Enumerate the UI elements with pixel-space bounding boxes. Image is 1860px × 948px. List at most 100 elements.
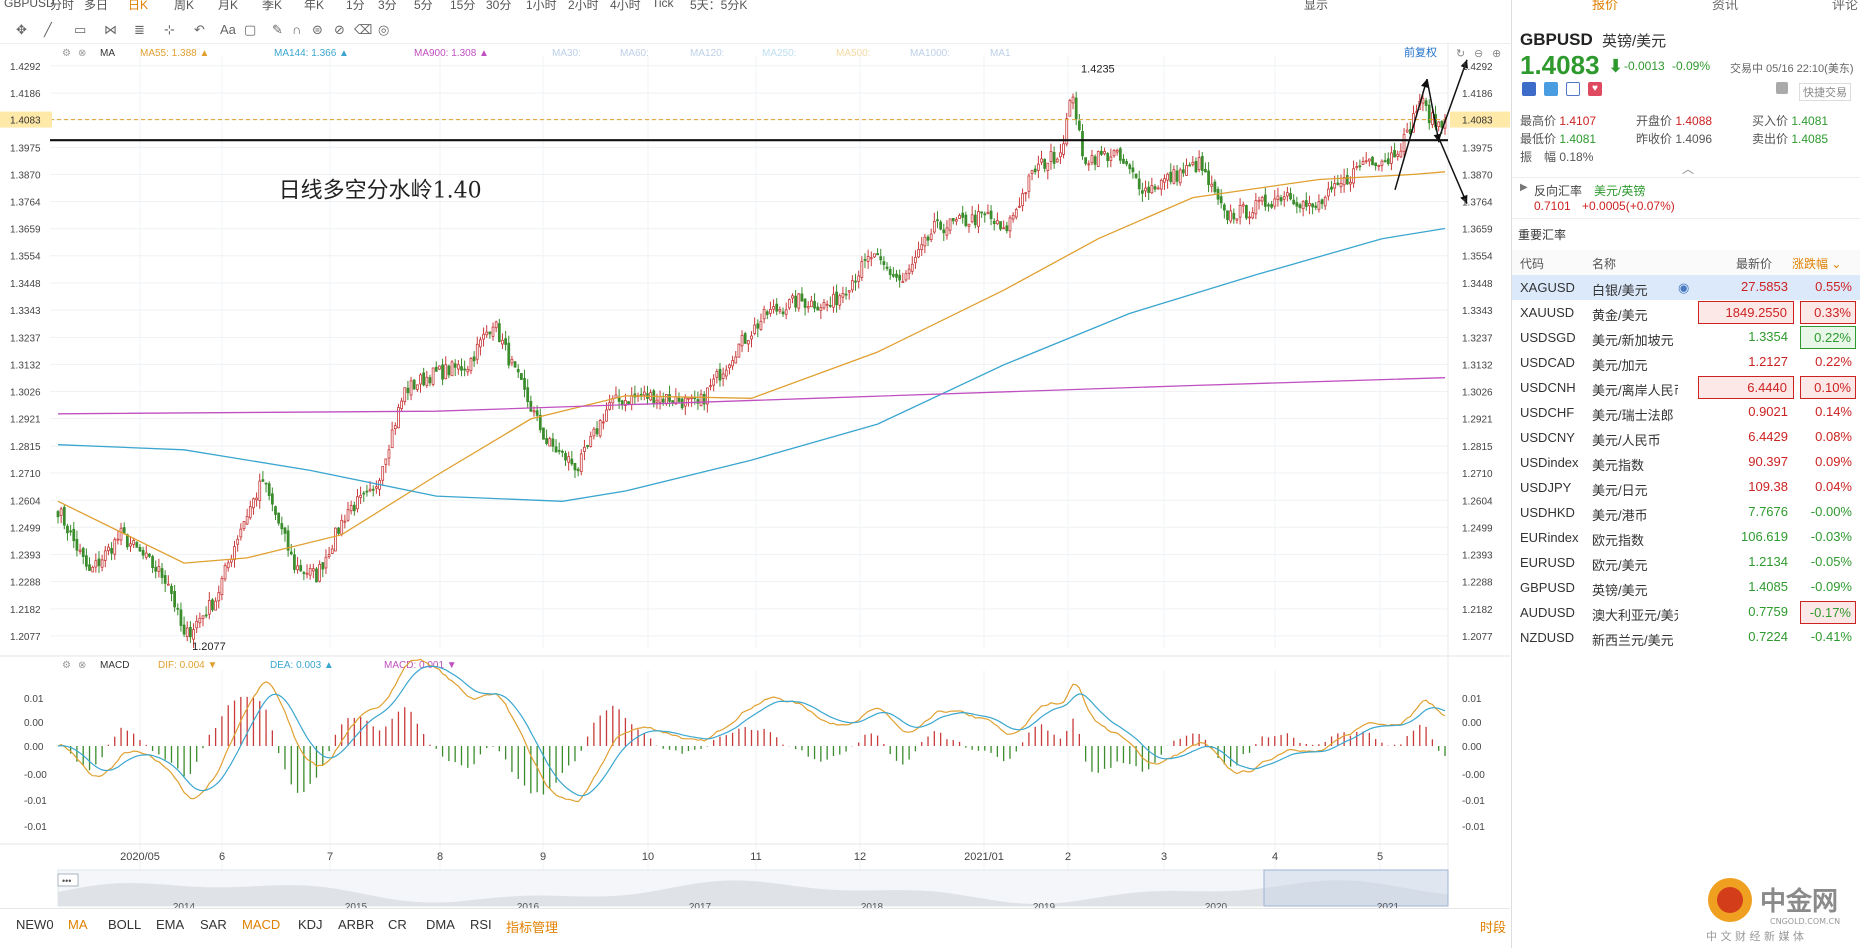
- reverse-expand-icon[interactable]: ▶: [1520, 182, 1528, 193]
- chart-mode-icon[interactable]: [1522, 82, 1536, 96]
- timeframe-1[interactable]: 分时: [50, 0, 74, 13]
- timeframe-7[interactable]: 年K: [304, 0, 324, 13]
- candle-body: [1358, 165, 1362, 168]
- reset-icon[interactable]: ↻: [1456, 48, 1465, 60]
- collapse-chevron-icon[interactable]: ︿: [1682, 160, 1694, 177]
- timeframe-14[interactable]: 2小时: [568, 0, 599, 13]
- lock-icon[interactable]: ⊜: [312, 23, 326, 36]
- rate-row[interactable]: GBPUSD 英镑/美元 1.4085 -0.09%: [1512, 575, 1860, 600]
- indicator-new0[interactable]: NEW0: [16, 917, 54, 932]
- candle-body: [176, 607, 180, 610]
- notes-icon[interactable]: [1566, 82, 1580, 96]
- pattern-tool-icon[interactable]: ⋈: [104, 23, 118, 36]
- candle-body: [261, 479, 265, 482]
- navigator-window[interactable]: [1263, 869, 1449, 907]
- timeframe-11[interactable]: 15分: [450, 0, 475, 13]
- comment-tool-icon[interactable]: ▢: [244, 23, 258, 36]
- candle-body: [639, 393, 643, 397]
- fib-tool-icon[interactable]: ≣: [134, 23, 148, 36]
- eye-icon[interactable]: ◎: [378, 23, 392, 36]
- rate-row[interactable]: USDindex 美元指数 90.397 0.09%: [1512, 450, 1860, 475]
- text-tool-icon[interactable]: Aa: [220, 23, 236, 36]
- indicator-sar[interactable]: SAR: [200, 917, 227, 932]
- rate-row[interactable]: EURindex 欧元指数 106.619 -0.03%: [1512, 525, 1860, 550]
- rate-header-2[interactable]: 最新价: [1736, 255, 1772, 272]
- indicator-rsi[interactable]: RSI: [470, 917, 492, 932]
- settings-icon[interactable]: ⚙: [62, 48, 71, 59]
- timeframe-16[interactable]: Tick: [652, 0, 674, 10]
- timeframe-17[interactable]: 5天：5分K: [690, 0, 747, 13]
- indicator-macd[interactable]: MACD: [242, 917, 280, 932]
- timeframe-2[interactable]: 多日: [84, 0, 108, 13]
- timeframe-6[interactable]: 季K: [262, 0, 282, 13]
- indicator-boll[interactable]: BOLL: [108, 917, 141, 932]
- rate-row[interactable]: USDCNY 美元/人民币 6.4429 0.08%: [1512, 425, 1860, 450]
- y-tick-right: 1.3132: [1462, 360, 1493, 371]
- timeframe-5[interactable]: 月K: [218, 0, 238, 13]
- quick-trade-button[interactable]: 快捷交易: [1799, 83, 1851, 101]
- rate-row[interactable]: XAUUSD 黄金/美元 1849.2550 0.33%: [1512, 300, 1860, 325]
- rate-row[interactable]: USDCHF 美元/瑞士法郎 0.9021 0.14%: [1512, 400, 1860, 425]
- indicator-ema[interactable]: EMA: [156, 917, 184, 932]
- display-menu[interactable]: 显示: [1304, 0, 1328, 13]
- crosshair-icon[interactable]: ✥: [16, 23, 30, 36]
- rate-pct-box: -0.09%: [1800, 576, 1856, 599]
- candle-body: [1052, 151, 1056, 164]
- tab-comments[interactable]: 评论: [1832, 0, 1858, 13]
- favorite-heart-icon[interactable]: ♥: [1588, 82, 1602, 96]
- candle-body: [1134, 173, 1138, 178]
- timeframe-12[interactable]: 30分: [486, 0, 511, 13]
- trash-icon[interactable]: ⌫: [354, 23, 372, 36]
- pencil-icon[interactable]: ✎: [272, 23, 286, 36]
- price-tag-right: 1.4083: [1462, 116, 1493, 127]
- adjust-mode[interactable]: 前复权: [1404, 45, 1437, 59]
- rate-row[interactable]: XAGUSD 白银/美元 ◉ 27.5853 0.55%: [1512, 275, 1860, 300]
- timeframe-9[interactable]: 3分: [378, 0, 397, 13]
- rate-row[interactable]: USDCAD 美元/加元 1.2127 0.22%: [1512, 350, 1860, 375]
- zoom-in-icon[interactable]: ⊕: [1492, 48, 1501, 60]
- tag-icon[interactable]: [1544, 82, 1558, 96]
- rate-row[interactable]: AUDUSD 澳大利亚元/美元 0.7759 -0.17%: [1512, 600, 1860, 625]
- candle-body: [119, 527, 123, 541]
- measure-tool-icon[interactable]: ⊹: [164, 23, 178, 36]
- indicator-cr[interactable]: CR: [388, 917, 407, 932]
- macd-close-icon[interactable]: ⊗: [78, 660, 86, 671]
- rate-price-box: 6.4429: [1698, 426, 1794, 449]
- indicator-指标管理[interactable]: 指标管理: [506, 917, 558, 936]
- candle-body: [412, 379, 416, 390]
- tab-quote[interactable]: 报价: [1592, 0, 1618, 13]
- price-chart[interactable]: ⚙ ⊗ MA MA55: 1.388 ▲ MA144: 1.366 ▲ MA900: 1.…: [0, 44, 1510, 908]
- indicator-dma[interactable]: DMA: [426, 917, 455, 932]
- rectangle-tool-icon[interactable]: ▭: [74, 23, 88, 36]
- rate-row[interactable]: USDHKD 美元/港币 7.7676 -0.00%: [1512, 500, 1860, 525]
- reverse-pair[interactable]: 美元/英镑: [1594, 182, 1645, 199]
- indicator-arbr[interactable]: ARBR: [338, 917, 374, 932]
- candle-body: [1191, 161, 1195, 165]
- timeframe-8[interactable]: 1分: [346, 0, 365, 13]
- arrow-tool-icon[interactable]: ↶: [194, 23, 208, 36]
- tab-news[interactable]: 资讯: [1712, 0, 1738, 13]
- rate-row[interactable]: NZDUSD 新西兰元/美元 0.7224 -0.41%: [1512, 625, 1860, 650]
- rate-row[interactable]: USDJPY 美元/日元 109.38 0.04%: [1512, 475, 1860, 500]
- timeframe-10[interactable]: 5分: [414, 0, 433, 13]
- rate-row[interactable]: USDCNH 美元/离岸人民币 6.4440 0.10%: [1512, 375, 1860, 400]
- zoom-out-icon[interactable]: ⊖: [1474, 48, 1483, 60]
- timeframe-0[interactable]: GBPUSD: [4, 0, 55, 10]
- hide-icon[interactable]: ⊘: [334, 23, 348, 36]
- timeframe-4[interactable]: 周K: [174, 0, 194, 13]
- timeframe-13[interactable]: 1小时: [526, 0, 557, 13]
- indicator-ma[interactable]: MA: [68, 917, 88, 932]
- indicator-kdj[interactable]: KDJ: [298, 917, 323, 932]
- macd-settings-icon[interactable]: ⚙: [62, 660, 71, 671]
- close-icon[interactable]: ⊗: [78, 48, 86, 59]
- bell-icon[interactable]: [1776, 82, 1788, 94]
- rate-row[interactable]: EURUSD 欧元/美元 1.2134 -0.05%: [1512, 550, 1860, 575]
- rate-header-3[interactable]: 涨跌幅 ⌄: [1792, 255, 1841, 272]
- magnet-icon[interactable]: ∩: [292, 23, 306, 36]
- timeframe-3[interactable]: 日K: [128, 0, 148, 13]
- watch-eye-icon[interactable]: ◉: [1678, 280, 1689, 296]
- rate-row[interactable]: USDSGD 美元/新加坡元 1.3354 0.22%: [1512, 325, 1860, 350]
- period-button[interactable]: 时段: [1480, 917, 1506, 936]
- line-tool-icon[interactable]: ╱: [44, 23, 58, 36]
- timeframe-15[interactable]: 4小时: [610, 0, 641, 13]
